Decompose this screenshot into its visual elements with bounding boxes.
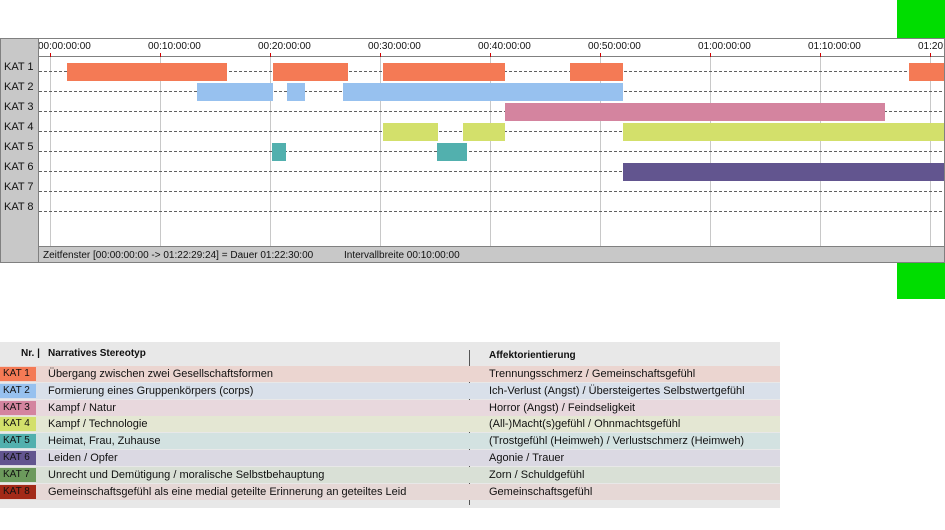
category-label: KAT 6 bbox=[4, 161, 34, 173]
legend-stereotype: Gemeinschaftsgefühl als eine medial gete… bbox=[48, 485, 407, 498]
category-label: KAT 1 bbox=[4, 61, 34, 73]
category-label: KAT 5 bbox=[4, 141, 34, 153]
legend-stereotype: Kampf / Natur bbox=[48, 401, 116, 414]
legend-stereotype: Formierung eines Gruppenkörpers (corps) bbox=[48, 384, 254, 397]
legend-code-badge: KAT 6 bbox=[0, 451, 36, 465]
category-label: KAT 2 bbox=[4, 81, 34, 93]
segment-bar[interactable] bbox=[66, 63, 228, 81]
segment-bar[interactable] bbox=[286, 83, 306, 101]
category-row-line bbox=[39, 211, 944, 212]
category-row-line bbox=[39, 151, 944, 152]
status-bar: Zeitfenster [00:00:00:00 -> 01:22:29:24]… bbox=[38, 246, 944, 262]
legend-code-badge: KAT 7 bbox=[0, 467, 36, 482]
segment-bar[interactable] bbox=[505, 103, 885, 121]
tick-label: 00:30:00:00 bbox=[368, 41, 421, 52]
status-interval-text: Intervallbreite 00:10:00:00 bbox=[344, 250, 460, 261]
legend-affect: Horror (Angst) / Feindseligkeit bbox=[489, 401, 636, 414]
segment-bar[interactable] bbox=[383, 63, 506, 81]
legend-code-badge: KAT 2 bbox=[0, 383, 36, 398]
tick-label: 00:50:00:00 bbox=[588, 41, 641, 52]
segment-bar[interactable] bbox=[273, 63, 349, 81]
legend-row: KAT 1 Übergang zwischen zwei Gesellschaft… bbox=[0, 366, 780, 382]
legend-stereotype: Leiden / Opfer bbox=[48, 452, 118, 464]
tick-label: 00:40:00:00 bbox=[478, 41, 531, 52]
legend-row: KAT 4 Kampf / Technologie (All-)Macht(s)ge… bbox=[0, 416, 780, 433]
timeline-plot[interactable]: 00:00:00:00 00:10:00:00 00:20:00:00 00:30:0… bbox=[38, 39, 944, 246]
category-label: KAT 8 bbox=[4, 201, 34, 213]
legend-row: KAT 6 Leiden / Opfer Agonie / Trauer bbox=[0, 450, 780, 466]
segment-bar[interactable] bbox=[623, 163, 944, 181]
segment-bar[interactable] bbox=[909, 63, 944, 81]
segment-bar[interactable] bbox=[383, 123, 439, 141]
legend-row: KAT 3 Kampf / Natur Horror (Angst) / Feind… bbox=[0, 399, 780, 416]
legend-code-badge: KAT 8 bbox=[0, 484, 36, 499]
timeline-panel: KAT 1 KAT 2 KAT 3 KAT 4 KAT 5 KAT 6 KAT 7 KAT 8… bbox=[0, 38, 945, 263]
legend-row: KAT 7 Unrecht und Demütigung / moralische… bbox=[0, 466, 780, 483]
time-ruler[interactable]: 00:00:00:00 00:10:00:00 00:20:00:00 00:30:0… bbox=[38, 39, 944, 57]
legend-affect: Zorn / Schuldgefühl bbox=[489, 468, 585, 481]
legend-row: KAT 5 Heimat, Frau, Zuhause (Trostgefühl (… bbox=[0, 433, 780, 450]
green-marker-top bbox=[897, 0, 945, 38]
tick-label: 00:20:00:00 bbox=[258, 41, 311, 52]
segment-bar[interactable] bbox=[437, 143, 467, 161]
category-label: KAT 3 bbox=[4, 101, 34, 113]
category-label: KAT 7 bbox=[4, 181, 34, 193]
segment-bar[interactable] bbox=[342, 83, 624, 101]
tick-label: 01:20:00:00 bbox=[918, 41, 944, 52]
legend-stereotype: Übergang zwischen zwei Gesellschaftsform… bbox=[48, 368, 273, 380]
legend-header-stereotype: Narratives Stereotyp bbox=[48, 348, 146, 359]
legend-code-badge: KAT 3 bbox=[0, 400, 36, 415]
tick-label: 00:00:00:00 bbox=[38, 41, 91, 52]
segment-bar[interactable] bbox=[272, 143, 287, 161]
legend-row: KAT 8 Gemeinschaftsgefühl als eine medial… bbox=[0, 483, 780, 500]
legend-affect: (Trostgefühl (Heimweh) / Verlustschmerz … bbox=[489, 435, 745, 448]
legend-stereotype: Heimat, Frau, Zuhause bbox=[48, 435, 161, 448]
legend-affect: Agonie / Trauer bbox=[489, 452, 565, 464]
tick-label: 01:00:00:00 bbox=[698, 41, 751, 52]
legend-row: KAT 2 Formierung eines Gruppenkörpers (co… bbox=[0, 382, 780, 399]
legend-affect: Ich-Verlust (Angst) / Übersteigertes Sel… bbox=[489, 384, 745, 397]
segment-bar[interactable] bbox=[197, 83, 274, 101]
status-window-text: Zeitfenster [00:00:00:00 -> 01:22:29:24]… bbox=[43, 250, 314, 261]
green-marker-bottom bbox=[897, 263, 945, 299]
legend-affect: (All-)Macht(s)gefühl / Ohnmachtsgefühl bbox=[489, 418, 681, 431]
segment-bar[interactable] bbox=[570, 63, 624, 81]
legend-stereotype: Kampf / Technologie bbox=[48, 418, 148, 431]
category-label: KAT 4 bbox=[4, 121, 34, 133]
legend-code-badge: KAT 1 bbox=[0, 367, 36, 381]
legend-header-nr: Nr. | bbox=[21, 348, 40, 359]
legend-stereotype: Unrecht und Demütigung / moralische Selb… bbox=[48, 468, 325, 481]
legend-header-affect: Affektorientierung bbox=[489, 350, 576, 361]
legend-affect: Gemeinschaftsgefühl bbox=[489, 485, 593, 498]
legend-code-badge: KAT 5 bbox=[0, 434, 36, 449]
legend-code-badge: KAT 4 bbox=[0, 417, 36, 432]
segment-bar[interactable] bbox=[623, 123, 944, 141]
category-row-line bbox=[39, 191, 944, 192]
tick-label: 00:10:00:00 bbox=[148, 41, 201, 52]
legend-affect: Trennungsschmerz / Gemeinschaftsgefühl bbox=[489, 368, 696, 380]
legend-table: Nr. | Narratives Stereotyp Affektorienti… bbox=[0, 342, 780, 508]
tick-label: 01:10:00:00 bbox=[808, 41, 861, 52]
segment-bar[interactable] bbox=[462, 123, 506, 141]
